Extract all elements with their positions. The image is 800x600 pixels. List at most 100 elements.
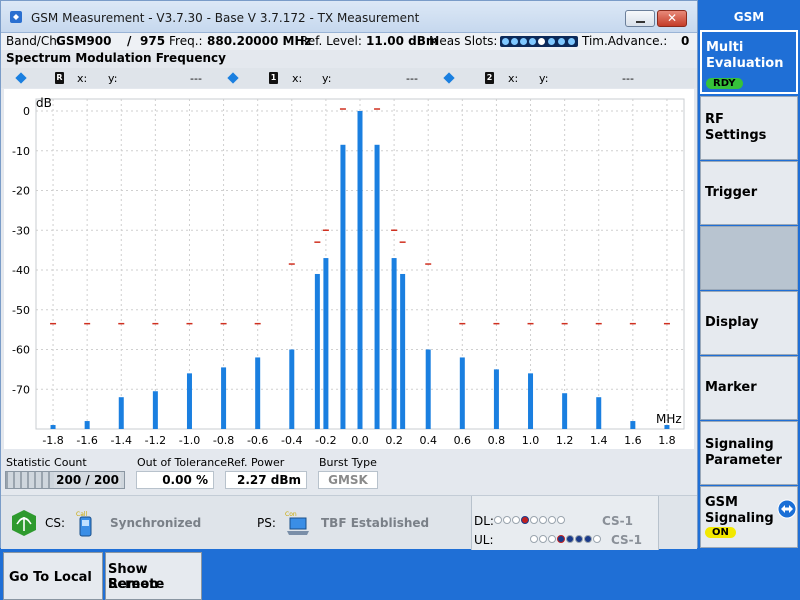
softkey-display[interactable]: Display <box>700 291 798 355</box>
x-tick-label: 1.2 <box>556 434 574 447</box>
softkey-rf-settings[interactable]: RF Settings <box>700 96 798 160</box>
measurement-window: GSM Measurement - V3.7.30 - Base V 3.7.1… <box>0 0 698 550</box>
softkey-trigger[interactable]: Trigger <box>700 161 798 225</box>
ul-slot-dots <box>530 535 610 544</box>
spectrum-bar <box>118 397 124 429</box>
spectrum-bar <box>459 357 465 429</box>
x-tick-label: -0.6 <box>247 434 268 447</box>
x-tick-label: -1.6 <box>76 434 97 447</box>
freq-value: 880.20000 MHz <box>207 34 312 48</box>
status-bar: CS: Call Synchronized PS: Con TBF Establ… <box>1 495 697 550</box>
y-tick-label: -30 <box>12 224 30 237</box>
marker-diamond-icon[interactable] <box>443 72 455 84</box>
x-tick-label: 0.6 <box>454 434 472 447</box>
x-tick-label: 0.4 <box>419 434 437 447</box>
dl-slot-dots <box>494 516 574 525</box>
softkey-marker[interactable]: Marker <box>700 356 798 420</box>
spectrum-bar <box>400 273 406 429</box>
marker-1-x-label: x: <box>292 72 303 85</box>
y-tick-label: -20 <box>12 185 30 198</box>
marker-diamond-icon[interactable] <box>227 72 239 84</box>
dl-ul-panel: DL: CS-1 UL: CS-1 <box>471 496 659 550</box>
marker-r-y-label: y: <box>108 72 118 85</box>
ps-label: PS: <box>257 516 276 530</box>
statistic-count-value: 200 / 200 <box>54 472 121 488</box>
title-bar[interactable]: GSM Measurement - V3.7.30 - Base V 3.7.1… <box>1 1 697 33</box>
bottom-bar: Go To Local Show Remote Screen <box>0 550 800 600</box>
spectrum-chart: 0 -10 -20 -30 -40 -50 -60 -70 -1.8 -1.6 -1.4 -1.2 -1… <box>12 96 685 447</box>
marker-1-value: --- <box>406 72 418 85</box>
x-tick-label: -1.0 <box>179 434 200 447</box>
spectrum-bar <box>50 425 56 429</box>
burst-type-value: GMSK <box>318 471 378 489</box>
x-tick-label: -1.2 <box>145 434 166 447</box>
spectrum-bar <box>425 349 431 429</box>
y-tick-label: -70 <box>12 383 30 396</box>
remote-control-icon[interactable] <box>777 499 797 519</box>
x-tick-label: 1.6 <box>624 434 642 447</box>
on-badge: ON <box>705 527 736 538</box>
channel-value: 975 <box>140 34 166 48</box>
spectrum-bar <box>374 144 380 429</box>
marker-2-icon: 2 <box>485 72 494 84</box>
window-title: GSM Measurement - V3.7.30 - Base V 3.7.1… <box>31 11 420 25</box>
phone-icon: Call <box>76 511 92 537</box>
y-tick-label: -60 <box>12 344 30 357</box>
ready-badge: RDY <box>706 78 743 89</box>
softkey-label: Evaluation <box>706 56 784 71</box>
close-button[interactable]: ✕ <box>657 10 687 27</box>
softkey-label: Display <box>705 315 759 330</box>
spectrum-bar <box>664 425 670 429</box>
cs-status: Synchronized <box>110 516 202 530</box>
dl-label: DL: <box>474 514 494 528</box>
minimize-button[interactable] <box>625 10 655 27</box>
marker-r-icon: R <box>55 72 64 84</box>
x-tick-label: 1.4 <box>590 434 608 447</box>
svg-text:Con: Con <box>285 511 297 518</box>
marker-r-x-label: x: <box>77 72 88 85</box>
softkey-empty[interactable] <box>700 226 798 290</box>
ps-status: TBF Established <box>321 516 430 530</box>
x-tick-label: 0.0 <box>351 434 369 447</box>
info-row: Band/Ch: GSM900 / 975 Freq.: 880.20000 M… <box>1 33 697 50</box>
spectrum-bar <box>493 369 499 429</box>
x-tick-label: -0.2 <box>315 434 336 447</box>
spectrum-bar <box>186 373 192 429</box>
softkey-multi-evaluation[interactable]: Multi Evaluation RDY <box>700 30 798 94</box>
x-tick-label: -1.8 <box>42 434 63 447</box>
spectrum-plot[interactable]: 0 -10 -20 -30 -40 -50 -60 -70 -1.8 -1.6 -1.4 -1.2 -1… <box>4 89 694 449</box>
marker-diamond-icon[interactable] <box>15 72 27 84</box>
y-tick-label: -10 <box>12 145 30 158</box>
show-remote-screen-button[interactable]: Show Remote Screen <box>105 552 202 600</box>
softkey-label: Multi <box>706 40 744 55</box>
spectrum-bar <box>596 397 602 429</box>
dl-coding-scheme: CS-1 <box>602 514 634 528</box>
softkey-gsm-signaling[interactable]: GSM Signaling ON <box>700 486 798 548</box>
softkey-signaling-parameter[interactable]: Signaling Parameter <box>700 421 798 485</box>
ref-power-value: 2.27 dBm <box>225 471 307 489</box>
spectrum-bar <box>528 373 534 429</box>
marker-2-y-label: y: <box>539 72 549 85</box>
spectrum-bar <box>562 393 568 429</box>
go-to-local-label: Go To Local <box>9 570 92 585</box>
tim-advance-value: 0 <box>681 34 690 48</box>
x-tick-label: -0.8 <box>213 434 234 447</box>
x-tick-label: 0.2 <box>385 434 403 447</box>
network-antenna-icon <box>12 510 36 536</box>
ref-power-label: Ref. Power <box>227 456 285 469</box>
softkey-label: Marker <box>705 380 757 395</box>
meas-slots-indicator <box>500 36 578 47</box>
band-value: GSM900 <box>56 34 112 48</box>
band-label: Band/Ch: <box>6 34 61 48</box>
close-icon: ✕ <box>666 11 678 25</box>
y-axis-label: dB <box>36 96 52 110</box>
statistic-count-bar: 200 / 200 <box>5 471 125 489</box>
marker-1-y-label: y: <box>322 72 332 85</box>
spectrum-title: Spectrum Modulation Frequency <box>1 50 697 67</box>
spectrum-bar <box>221 367 227 429</box>
laptop-icon: Con <box>285 511 309 535</box>
sidebar-title: GSM <box>733 10 765 24</box>
x-tick-label: 1.0 <box>522 434 540 447</box>
go-to-local-button[interactable]: Go To Local <box>3 552 103 600</box>
softkey-label: Parameter <box>705 453 782 468</box>
